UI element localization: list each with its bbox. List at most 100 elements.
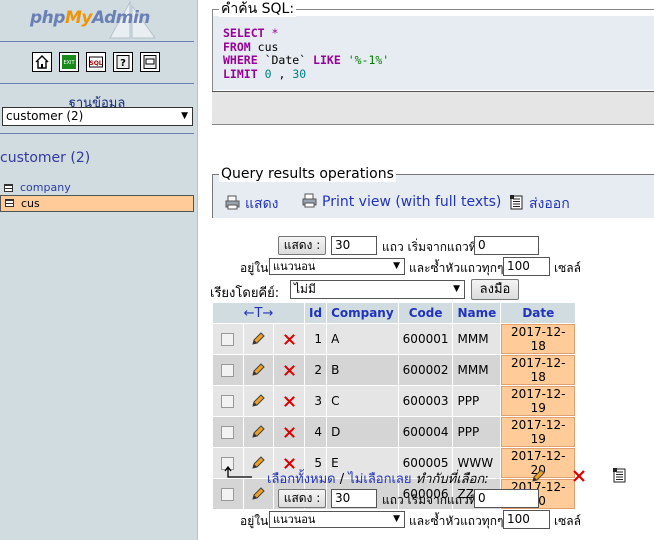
sql-star: * [271, 26, 279, 40]
sql-action-bar [212, 91, 654, 125]
sidebar-divider [0, 83, 194, 84]
print-view-link[interactable]: Print view (with full texts) [302, 193, 501, 210]
logo-my: My [64, 8, 93, 28]
print-link[interactable]: แสดง [225, 193, 279, 215]
chevron-down-icon: ▼ [181, 111, 188, 121]
sql-column: `Date` [264, 53, 307, 67]
delete-x-icon[interactable] [282, 394, 297, 408]
sql-icon[interactable]: SQL [86, 52, 106, 72]
pencil-icon[interactable] [250, 425, 266, 439]
cell-date: 2017-12-19 [501, 417, 576, 447]
row-checkbox-cell [213, 355, 243, 385]
rows-input[interactable]: 30 [331, 236, 377, 255]
pencil-icon[interactable] [250, 332, 266, 346]
cells-label: เซลล์ [554, 261, 581, 275]
delete-cell [274, 417, 304, 447]
column-header-date[interactable]: Date [501, 303, 576, 323]
sql-query[interactable]: SELECT * FROM cus WHERE `Date` LIKE '%-1… [223, 26, 389, 81]
edit-cell [243, 324, 274, 354]
logo-admin: Admin [91, 8, 150, 28]
table-row[interactable]: 2 B 600002 MMM 2017-12-18 [213, 355, 576, 385]
start-row-label: แถว เริ่มจากแถวที่ [382, 240, 477, 254]
display-mode-select[interactable]: แนวนอน ▼ [269, 258, 405, 275]
sidebar-table-company[interactable]: company [0, 181, 194, 195]
pencil-icon[interactable] [530, 468, 546, 484]
logo-php: php [30, 8, 65, 28]
table-icon[interactable] [5, 199, 14, 207]
show-button[interactable]: แสดง : [278, 236, 326, 255]
mode-label: อยู่ใน [240, 261, 269, 275]
printer-icon [225, 195, 240, 210]
query-results-operations: Query results operations แสดง Print view… [212, 166, 654, 218]
row-checkbox[interactable] [221, 395, 235, 408]
column-header-name[interactable]: Name [453, 303, 501, 323]
delete-cell [274, 355, 304, 385]
check-all-link[interactable]: เลือกทั้งหมด [267, 472, 336, 487]
cell-date: 2017-12-18 [501, 355, 576, 385]
home-icon[interactable] [32, 52, 52, 72]
sql-keyword: FROM [223, 39, 251, 54]
svg-text:SQL: SQL [89, 60, 102, 67]
chevron-down-icon: ▼ [453, 284, 460, 294]
table-icon[interactable] [4, 184, 13, 192]
sort-go-button[interactable]: ลงมือ [471, 279, 519, 300]
export-sheet-icon [509, 195, 524, 210]
row-checkbox-cell [213, 479, 243, 509]
cell-id: 1 [305, 324, 327, 354]
delete-x-icon[interactable] [282, 425, 297, 439]
row-checkbox[interactable] [221, 364, 235, 377]
print-view-label[interactable]: Print view (with full texts) [322, 194, 501, 210]
bulk-separator: / [339, 472, 345, 487]
column-header-company[interactable]: Company [327, 303, 398, 323]
sort-key-label: เรียงโดยคีย์: [210, 286, 280, 301]
table-row[interactable]: 4 D 600004 PPP 2017-12-19 [213, 417, 576, 447]
pencil-icon[interactable] [250, 363, 266, 377]
exit-icon[interactable]: EXIT [59, 52, 79, 72]
start-row-input[interactable]: 0 [474, 236, 539, 255]
ops-legend: Query results operations [219, 166, 396, 182]
repeat-header-input[interactable]: 100 [503, 257, 550, 276]
column-header-code[interactable]: Code [398, 303, 453, 323]
delete-x-icon[interactable] [282, 332, 297, 346]
delete-x-icon[interactable] [571, 468, 587, 484]
cell-code: 600002 [398, 355, 453, 385]
table-name[interactable]: cus [21, 196, 40, 211]
help-icon[interactable]: ? [113, 52, 133, 72]
row-checkbox[interactable] [221, 333, 235, 346]
sort-key-select[interactable]: ไม่มี ▼ [290, 280, 465, 299]
column-header-id[interactable]: Id [305, 303, 327, 323]
table-row[interactable]: 1 A 600001 MMM 2017-12-18 [213, 324, 576, 354]
pencil-icon[interactable] [250, 487, 266, 501]
database-select-value: customer (2) [6, 109, 84, 123]
row-checkbox[interactable] [221, 426, 235, 439]
cell-name: MMM [453, 324, 501, 354]
with-selected-label: ทำกับที่เลือก: [415, 472, 489, 487]
phpmyadmin-logo[interactable]: phpMyAdmin [30, 8, 150, 28]
cell-name: PPP [453, 386, 501, 416]
show-button-bottom[interactable]: แสดง : [278, 489, 326, 508]
sql-fieldset: คำค้น SQL: SELECT * FROM cus WHERE `Date… [212, 1, 654, 91]
sidebar-table-cus[interactable]: cus [0, 195, 194, 212]
print-label[interactable]: แสดง [245, 196, 279, 212]
sidebar-divider [0, 133, 194, 134]
cell-id: 3 [305, 386, 327, 416]
cell-date: 2017-12-19 [501, 386, 576, 416]
delete-x-icon[interactable] [282, 363, 297, 377]
cell-company: D [327, 417, 398, 447]
table-name[interactable]: company [20, 181, 71, 195]
chevron-down-icon: ▼ [393, 261, 400, 271]
row-checkbox[interactable] [221, 488, 235, 501]
cell-id: 4 [305, 417, 327, 447]
pencil-icon[interactable] [250, 394, 266, 408]
export-label[interactable]: ส่งออก [529, 196, 570, 212]
docs-icon[interactable] [140, 52, 160, 72]
database-title-link[interactable]: customer (2) [0, 150, 90, 166]
column-resize-arrows[interactable]: ←T→ [213, 303, 304, 323]
uncheck-all-link[interactable]: ไม่เลือกเลย [348, 472, 411, 487]
sql-table: cus [257, 39, 279, 54]
row-checkbox-cell [213, 386, 243, 416]
export-link[interactable]: ส่งออก [509, 193, 570, 215]
export-sheet-icon[interactable] [612, 468, 627, 483]
table-row[interactable]: 3 C 600003 PPP 2017-12-19 [213, 386, 576, 416]
database-select[interactable]: customer (2) ▼ [2, 107, 193, 126]
